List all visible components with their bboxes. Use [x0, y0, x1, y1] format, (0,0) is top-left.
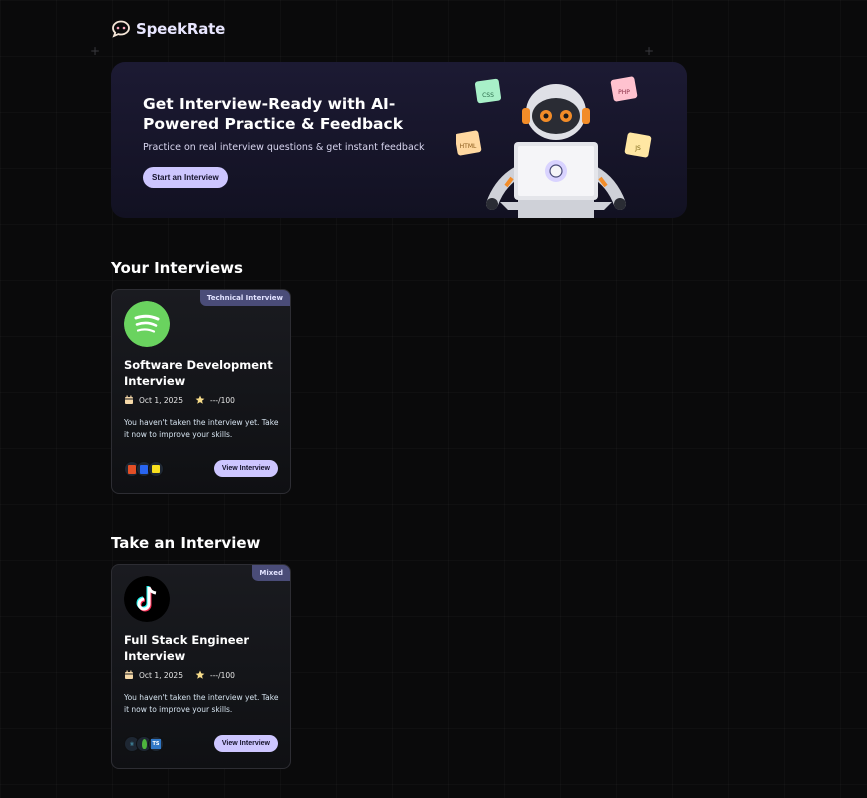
app-logo[interactable]: SpeekRate: [111, 20, 225, 38]
view-interview-button[interactable]: View Interview: [213, 735, 278, 752]
card-date: Oct 1, 2025: [139, 395, 183, 405]
section-your-interviews-title: Your Interviews: [111, 259, 243, 277]
card-title: Software Development Interview: [124, 358, 273, 388]
decor-plus: +: [90, 44, 101, 58]
tech-stack: ⚛ TS: [124, 736, 164, 752]
card-title: Full Stack Engineer Interview: [124, 633, 250, 663]
php-badge-icon: PHP: [610, 76, 638, 102]
robot-illustration: CSS PHP HTML JS: [456, 76, 652, 218]
svg-text:CSS: CSS: [482, 92, 494, 99]
hero-banner: Get Interview-Ready with AI-Powered Prac…: [111, 62, 687, 218]
card-score: ---/100: [209, 395, 235, 405]
card-score: ---/100: [209, 670, 235, 680]
section-take-interview-title: Take an Interview: [111, 534, 261, 552]
star-icon: [195, 670, 205, 679]
js-badge-icon: JS: [624, 132, 652, 158]
interview-card: Technical Interview Software Development…: [111, 289, 291, 494]
card-meta: Oct 1, 2025 ---/100: [124, 670, 235, 680]
calendar-icon: [125, 395, 133, 404]
tech-stack: [124, 461, 164, 477]
card-meta: Oct 1, 2025 ---/100: [124, 395, 235, 405]
card-date: Oct 1, 2025: [139, 670, 183, 680]
interview-card: Mixed Full Stack Engineer Interview Oct …: [111, 564, 291, 769]
app-name: SpeekRate: [136, 20, 226, 38]
svg-text:JS: JS: [634, 145, 641, 152]
hero-subtitle: Practice on real interview questions & g…: [143, 142, 425, 153]
spotify-logo-icon: [124, 301, 170, 347]
chat-bubble-icon: [112, 20, 130, 38]
hero-title: Get Interview-Ready with AI-Powered Prac…: [143, 95, 404, 133]
decor-plus: +: [644, 44, 655, 58]
javascript-icon: [148, 461, 164, 477]
card-description: You haven't taken the interview yet. Tak…: [124, 418, 279, 439]
tiktok-logo-icon: [124, 576, 170, 622]
svg-text:PHP: PHP: [618, 89, 630, 96]
typescript-icon: TS: [148, 736, 164, 752]
html-badge-icon: HTML: [456, 130, 482, 156]
card-description: You haven't taken the interview yet. Tak…: [124, 693, 279, 714]
view-interview-button[interactable]: View Interview: [213, 460, 278, 477]
start-interview-button[interactable]: Start an Interview: [143, 167, 228, 188]
calendar-icon: [125, 670, 133, 679]
css-badge-icon: CSS: [474, 78, 502, 104]
interview-type-badge: Technical Interview: [199, 290, 290, 306]
star-icon: [195, 395, 205, 404]
interview-type-badge: Mixed: [252, 565, 290, 581]
svg-text:HTML: HTML: [460, 143, 477, 150]
